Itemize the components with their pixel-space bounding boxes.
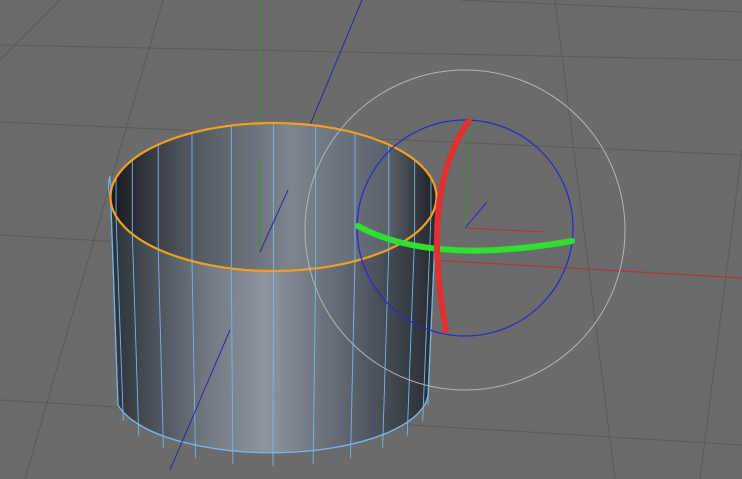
gizmo-bank-ring[interactable]	[434, 118, 472, 333]
viewport-canvas[interactable]	[0, 0, 742, 479]
grid-line	[459, 0, 742, 13]
gizmo-axis-x	[464, 227, 546, 233]
cylinder-object[interactable]	[107, 121, 438, 467]
grid-line	[699, 149, 742, 479]
gizmo-axis-y	[464, 119, 471, 229]
grid-line	[0, 0, 61, 61]
3d-viewport[interactable]	[0, 0, 742, 479]
cylinder-wire-outer	[272, 270, 274, 467]
grid-line	[0, 44, 742, 61]
gizmo-axis-z	[464, 201, 488, 229]
